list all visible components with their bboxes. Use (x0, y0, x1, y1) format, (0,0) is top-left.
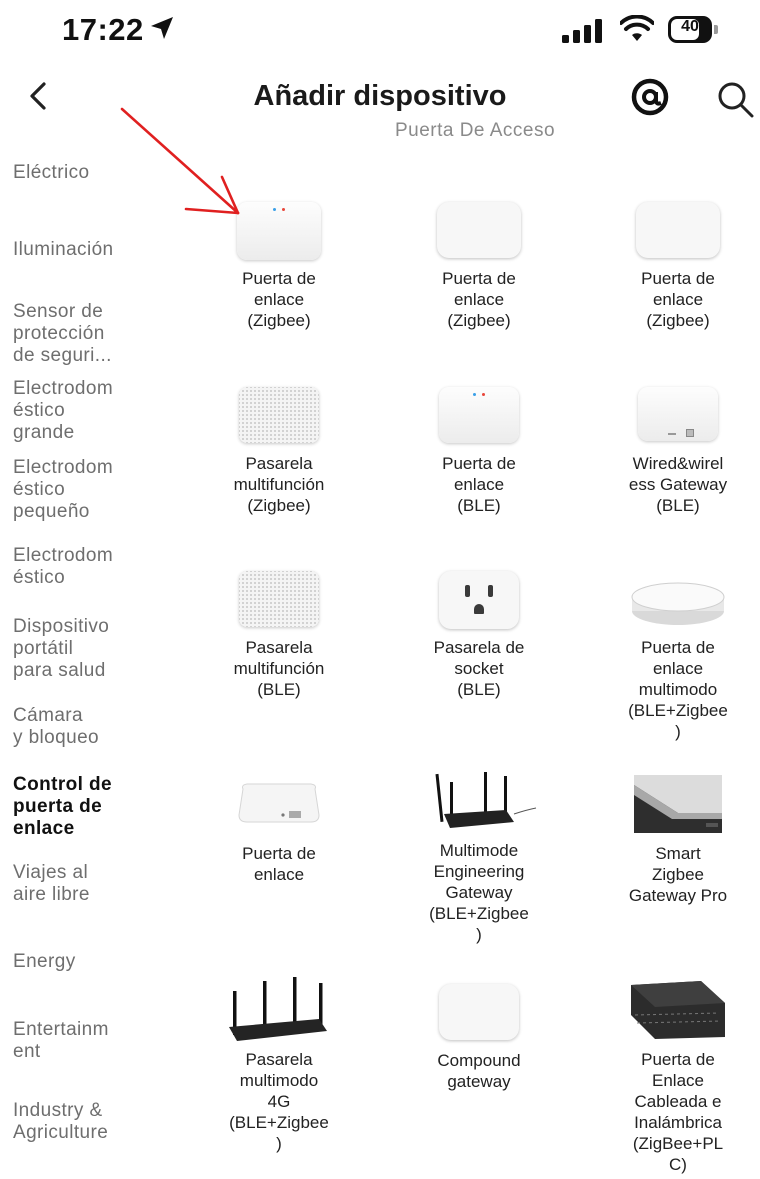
sidebar-item-label: Electrodom éstico grande (13, 378, 114, 443)
battery-level: 40 (681, 18, 699, 35)
sidebar-item-label: Electrodom éstico (13, 545, 114, 588)
sidebar-item-sensor[interactable]: Sensor de protección de seguri... (13, 301, 163, 367)
sidebar-item-label: Industry & Agriculture (13, 1100, 109, 1143)
status-bar: 17:22 40 (0, 0, 760, 60)
device-label: Compound gateway (437, 1051, 521, 1091)
sidebar-item-label: Energy (13, 951, 76, 972)
speaker-gateway-icon (239, 387, 319, 443)
sidebar-item-electrodomestico[interactable]: Electrodom éstico (13, 545, 163, 589)
sidebar-item-energy[interactable]: Energy (13, 951, 163, 973)
flat-gateway-icon (238, 783, 320, 823)
gateway-cube-icon (439, 387, 519, 443)
sidebar-item-entertainment[interactable]: Entertainm ent (13, 1019, 163, 1063)
device-card[interactable]: Pasarela multimodo 4G (BLE+Zigbee ) (204, 975, 354, 1154)
search-icon[interactable] (716, 80, 754, 118)
device-card[interactable]: Puerta de enlace (Zigbee) (404, 202, 554, 331)
sidebar-item-viajes[interactable]: Viajes al aire libre (13, 862, 163, 906)
battery-icon: 40 (668, 16, 718, 43)
wifi-icon (620, 15, 654, 41)
device-label: Puerta de Enlace Cableada e Inalámbrica … (632, 1050, 724, 1174)
sidebar-item-camara[interactable]: Cámara y bloqueo (13, 705, 163, 749)
device-card[interactable]: Pasarela multifunción (Zigbee) (204, 387, 354, 516)
router-4g-icon (229, 977, 327, 1041)
antenna-router-icon (435, 772, 537, 828)
device-card[interactable]: Pasarela de socket (BLE) (404, 571, 554, 700)
device-label: Multimode Engineering Gateway (BLE+Zigbe… (429, 841, 529, 944)
sidebar-item-label: Control de puerta de enlace (13, 774, 112, 839)
gateway-box-icon (439, 984, 519, 1040)
sidebar-item-label: Electrodom éstico pequeño (13, 457, 114, 522)
device-card[interactable]: Puerta de enlace (BLE) (404, 387, 554, 516)
section-heading: Puerta De Acceso (394, 120, 556, 140)
device-label: Puerta de enlace (Zigbee) (442, 269, 516, 330)
device-card[interactable]: Puerta de enlace multimodo (BLE+Zigbee ) (603, 571, 753, 742)
gateway-box-icon (437, 202, 521, 258)
device-card[interactable]: Puerta de enlace (Zigbee) (603, 202, 753, 331)
din-rail-gateway-icon (631, 981, 725, 1039)
device-label: Pasarela multifunción (Zigbee) (233, 454, 325, 515)
speaker-gateway-icon (239, 571, 319, 627)
device-card[interactable]: Pasarela multifunción (BLE) (204, 571, 354, 700)
sidebar-item-industry[interactable]: Industry & Agriculture (13, 1100, 163, 1144)
sidebar-item-dispositivo-salud[interactable]: Dispositivo portátil para salud (13, 616, 163, 682)
sidebar-item-label: Dispositivo portátil para salud (13, 616, 110, 681)
cellular-signal-icon (562, 19, 602, 43)
scan-at-icon[interactable] (631, 78, 669, 116)
wired-gateway-icon (638, 387, 718, 441)
sidebar-item-label: Entertainm ent (13, 1019, 109, 1062)
device-label: Pasarela multimodo 4G (BLE+Zigbee ) (229, 1050, 329, 1153)
socket-icon (439, 571, 519, 629)
device-label: Wired&wirel ess Gateway (BLE) (628, 454, 728, 515)
device-card[interactable]: Puerta de Enlace Cableada e Inalámbrica … (603, 979, 753, 1175)
device-label: Puerta de enlace (Zigbee) (641, 269, 715, 330)
sidebar-item-electrodomestico-grande[interactable]: Electrodom éstico grande (13, 378, 163, 444)
sidebar-item-control-puerta-enlace[interactable]: Control de puerta de enlace (13, 774, 163, 840)
device-card[interactable]: Multimode Engineering Gateway (BLE+Zigbe… (404, 770, 554, 945)
status-time: 17:22 (62, 12, 144, 47)
sidebar-item-label: Iluminación (13, 239, 114, 260)
gateway-box-icon (636, 202, 720, 258)
sidebar-item-label: Sensor de protección de seguri... (13, 301, 112, 366)
device-label: Smart Zigbee Gateway Pro (628, 844, 728, 905)
sidebar-item-electrodomestico-pequeno[interactable]: Electrodom éstico pequeño (13, 457, 163, 523)
round-gateway-icon (631, 582, 725, 625)
device-card[interactable]: Compound gateway (404, 984, 554, 1092)
device-label: Puerta de enlace (Zigbee) (242, 269, 316, 330)
sidebar-item-iluminacion[interactable]: Iluminación (13, 239, 163, 261)
sidebar-item-label: Cámara y bloqueo (13, 705, 100, 748)
device-label: Puerta de enlace (242, 844, 316, 884)
device-label: Puerta de enlace multimodo (BLE+Zigbee ) (628, 638, 728, 741)
device-label: Pasarela multifunción (BLE) (233, 638, 325, 699)
device-card[interactable]: Wired&wirel ess Gateway (BLE) (603, 387, 753, 516)
sidebar-item-label: Eléctrico (13, 162, 90, 183)
device-card[interactable]: Smart Zigbee Gateway Pro (603, 773, 753, 906)
red-arrow-annotation (120, 107, 240, 215)
location-arrow-icon (151, 17, 173, 39)
sidebar-item-label: Viajes al aire libre (13, 862, 90, 905)
device-label: Puerta de enlace (BLE) (442, 454, 516, 515)
device-label: Pasarela de socket (BLE) (433, 638, 525, 699)
gateway-pro-icon (634, 775, 722, 833)
device-card[interactable]: Puerta de enlace (204, 775, 354, 885)
